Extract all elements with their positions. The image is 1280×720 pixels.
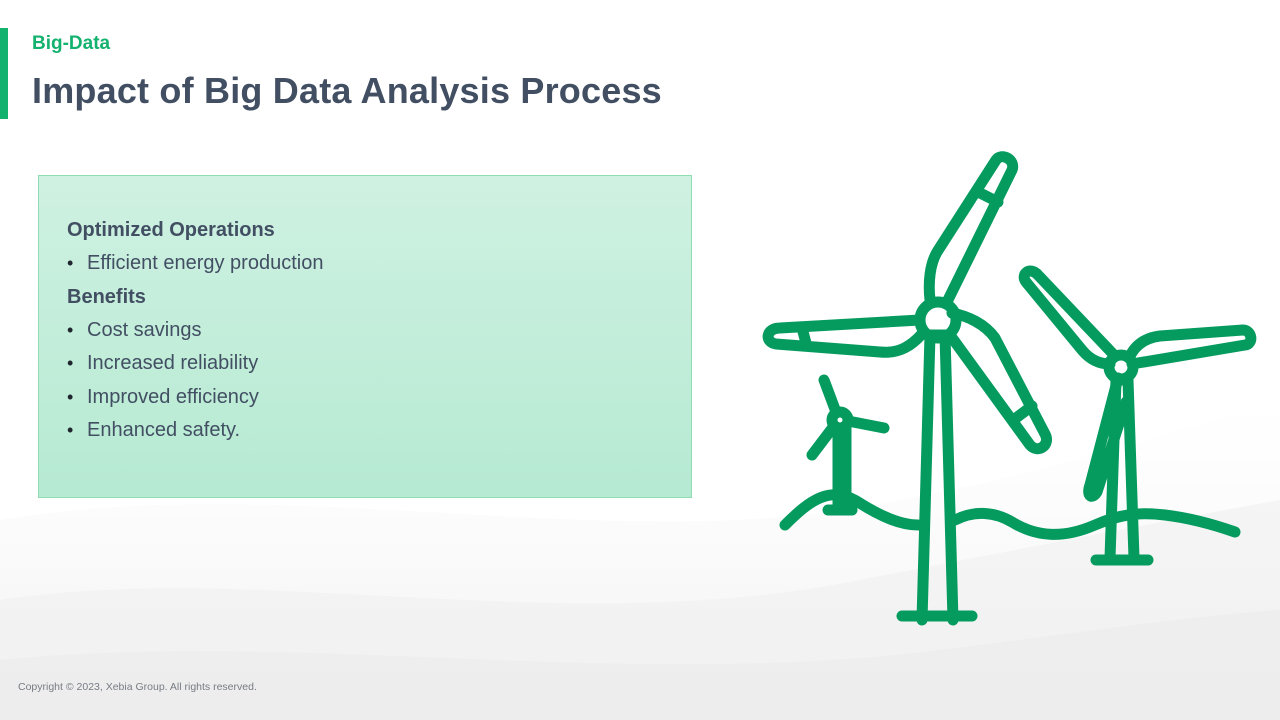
- list-item-text: Enhanced safety.: [87, 419, 241, 441]
- list-item: • Increased reliability: [67, 347, 671, 381]
- bullet-icon: •: [67, 386, 74, 407]
- wind-turbines-icon: [762, 151, 1257, 626]
- bullet-icon: •: [67, 319, 74, 340]
- bullet-icon: •: [67, 420, 74, 440]
- section-heading-optimized-operations: Optimized Operations: [67, 219, 275, 241]
- section-heading-benefits: Benefits: [67, 285, 146, 308]
- slide: Big-Data Impact of Big Data Analysis Pro…: [0, 0, 1280, 720]
- page-title: Impact of Big Data Analysis Process: [32, 70, 662, 111]
- list-item: • Enhanced safety.: [67, 414, 671, 448]
- list-item: • Efficient energy production: [67, 247, 671, 281]
- content-box: Optimized Operations • Efficient energy p…: [38, 175, 692, 498]
- bullet-icon: •: [67, 353, 74, 373]
- list-item-text: Cost savings: [87, 318, 202, 341]
- bullet-icon: •: [67, 253, 74, 273]
- bullet-list-benefits: • Cost savings • Increased reliability • Im…: [67, 314, 671, 448]
- list-item-text: Efficient energy production: [87, 252, 324, 274]
- accent-bar: [0, 28, 8, 119]
- section-label: Big-Data: [32, 33, 111, 54]
- list-item-text: Increased reliability: [87, 352, 259, 374]
- content-list: Optimized Operations • Efficient energy p…: [67, 214, 671, 448]
- copyright-text: Copyright © 2023, Xebia Group. All right…: [18, 681, 257, 693]
- list-item: • Improved efficiency: [67, 381, 671, 415]
- list-item-text: Improved efficiency: [87, 385, 259, 408]
- list-item: • Cost savings: [67, 314, 671, 348]
- bullet-list-operations: • Efficient energy production: [67, 247, 671, 281]
